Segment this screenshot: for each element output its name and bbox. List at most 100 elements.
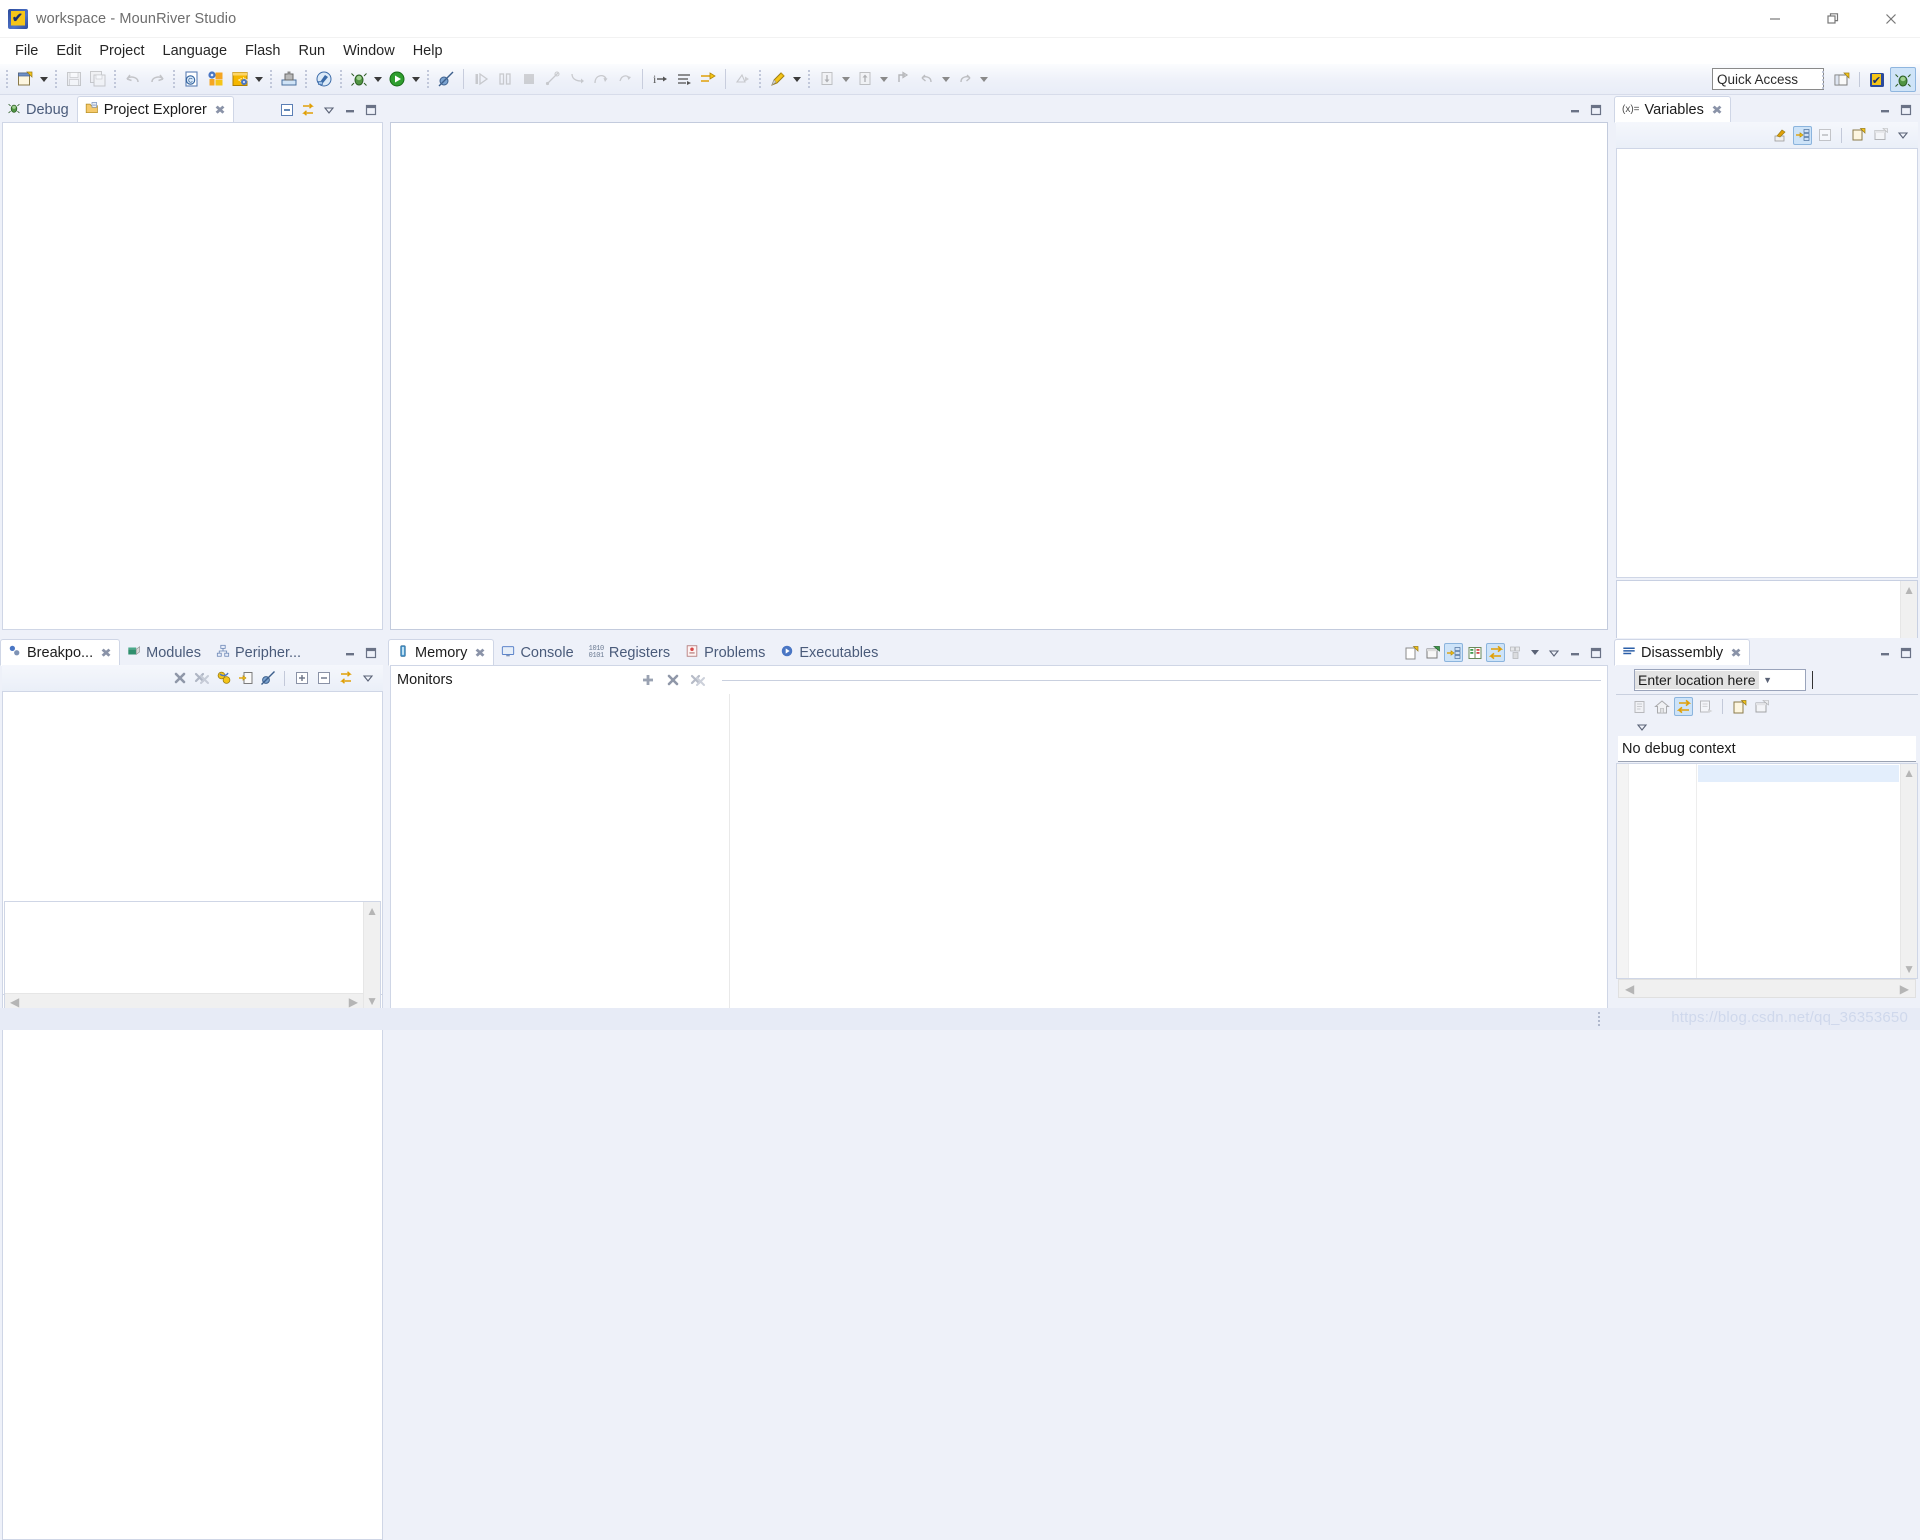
link-editor-icon[interactable] [298,100,317,119]
step-into-button[interactable] [565,67,589,91]
link-editor-icon[interactable] [336,669,355,688]
maximize-view-icon[interactable] [1896,643,1915,662]
add-plus-icon[interactable] [639,671,658,690]
perspective-mounriver-button[interactable]: ✔ [1864,67,1890,92]
new-project-button[interactable] [204,67,228,91]
new-source-button[interactable]: </> [228,67,252,91]
skip-breakpoints-button[interactable] [434,67,458,91]
open-perspective-button[interactable] [1829,67,1855,92]
memory-body[interactable]: Monitors [390,665,1608,1012]
close-icon[interactable]: ✖ [475,646,486,660]
menu-window[interactable]: Window [334,39,404,63]
search-marker-button[interactable] [766,67,790,91]
view-menu-icon[interactable] [358,669,377,688]
remove-all-icon[interactable] [192,669,211,688]
minimize-view-icon[interactable] [1875,100,1894,119]
scroll-up-icon[interactable]: ▲ [363,902,381,920]
previous-annotation-dropdown-arrow[interactable] [877,67,891,91]
address-column-icon[interactable] [1630,697,1649,716]
suspend-button[interactable] [493,67,517,91]
toggle-monitors-icon[interactable] [1486,643,1505,662]
tab-registers[interactable]: 10100101 Registers [582,639,678,666]
new-button[interactable] [13,67,37,91]
expand-all-icon[interactable] [292,669,311,688]
save-button[interactable] [62,67,86,91]
menu-edit[interactable]: Edit [47,39,90,63]
toolbar-grip-marker[interactable] [757,68,764,90]
quick-access-input[interactable]: Quick Access [1712,68,1824,90]
disassembly-listing[interactable]: ▲ ▼ [1616,763,1918,979]
goto-file-icon[interactable] [236,669,255,688]
disassembly-hscrollbar[interactable]: ◀ ▶ [1618,979,1916,998]
minimize-view-icon[interactable] [1565,100,1584,119]
scroll-down-icon[interactable]: ▼ [1900,960,1918,978]
toolbar-grip-undo[interactable] [112,68,119,90]
maximize-view-icon[interactable] [361,643,380,662]
maximize-view-icon[interactable] [1896,100,1915,119]
statusbar-grip[interactable] [1598,1012,1603,1026]
menu-project[interactable]: Project [90,39,153,63]
tab-console[interactable]: Console [494,639,581,666]
close-icon[interactable]: ✖ [101,646,112,660]
toggle-step-filters-button[interactable] [696,67,720,91]
tab-disassembly[interactable]: Disassembly ✖ [1614,639,1750,666]
back-button[interactable] [915,67,939,91]
close-icon[interactable]: ✖ [214,103,225,117]
toolbar-grip-download[interactable] [268,68,275,90]
detail-pane-icon[interactable] [1871,126,1890,145]
back-dropdown-arrow[interactable] [939,67,953,91]
disconnect-button[interactable] [541,67,565,91]
run-last-tool-button[interactable] [731,67,755,91]
remove-icon[interactable] [664,671,683,690]
chevron-down-icon[interactable]: ▼ [1759,675,1777,685]
close-icon[interactable]: ✖ [1731,646,1742,660]
minimize-view-icon[interactable] [340,100,359,119]
resume-button[interactable] [469,67,493,91]
editor-content[interactable] [391,123,1607,629]
split-pane-icon[interactable] [1465,643,1484,662]
forward-dropdown-arrow[interactable] [977,67,991,91]
view-menu-icon[interactable] [1544,643,1563,662]
tab-peripherals[interactable]: Peripher... [209,639,309,666]
step-over-button[interactable] [589,67,613,91]
breakpoints-detail-pane[interactable]: ▲ ▼ ◀ ▶ [4,901,381,1011]
new-watch-icon[interactable] [1849,126,1868,145]
last-edit-location-button[interactable] [891,67,915,91]
redo-button[interactable] [145,67,169,91]
minimize-view-icon[interactable] [1875,643,1894,662]
view-menu-icon[interactable] [1632,718,1651,737]
disassembly-location-value[interactable]: Enter location here [1635,671,1759,689]
toolbar-grip-debug[interactable] [338,68,345,90]
collapse-all-icon[interactable] [1815,126,1834,145]
tab-memory[interactable]: Memory ✖ [388,639,494,666]
show-source-icon[interactable] [1696,697,1715,716]
toolbar-grip-new[interactable] [171,68,178,90]
debug-button[interactable] [347,67,371,91]
maximize-view-icon[interactable] [361,100,380,119]
minimize-button[interactable] [1746,0,1804,38]
maximize-view-icon[interactable] [1586,643,1605,662]
scroll-left-icon[interactable]: ◀ [1622,980,1637,998]
undo-button[interactable] [121,67,145,91]
tab-problems[interactable]: Problems [678,639,773,666]
disassembly-location-input[interactable]: Enter location here ▼ [1634,669,1806,691]
menu-language[interactable]: Language [154,39,237,63]
pin-view-icon[interactable] [1752,697,1771,716]
project-explorer-tree[interactable] [2,122,383,630]
toolbar-grip-annot[interactable] [806,68,813,90]
toolbar-grip-save[interactable] [53,68,60,90]
scroll-up-icon[interactable]: ▲ [1900,581,1918,599]
breakpoint-types-icon[interactable] [214,669,233,688]
toolbar-grip-build[interactable] [303,68,310,90]
collapse-variables-icon[interactable] [1771,126,1790,145]
new-view-icon[interactable] [1730,697,1749,716]
tab-modules[interactable]: Modules [120,639,209,666]
maximize-view-icon[interactable] [1586,100,1605,119]
view-menu-icon[interactable] [1893,126,1912,145]
project-explorer-content[interactable] [3,123,382,629]
terminate-button[interactable] [517,67,541,91]
new-dropdown-arrow[interactable] [37,67,51,91]
new-view-icon[interactable] [1402,643,1421,662]
menu-file[interactable]: File [6,39,47,63]
perspective-debug-button[interactable] [1890,67,1916,92]
